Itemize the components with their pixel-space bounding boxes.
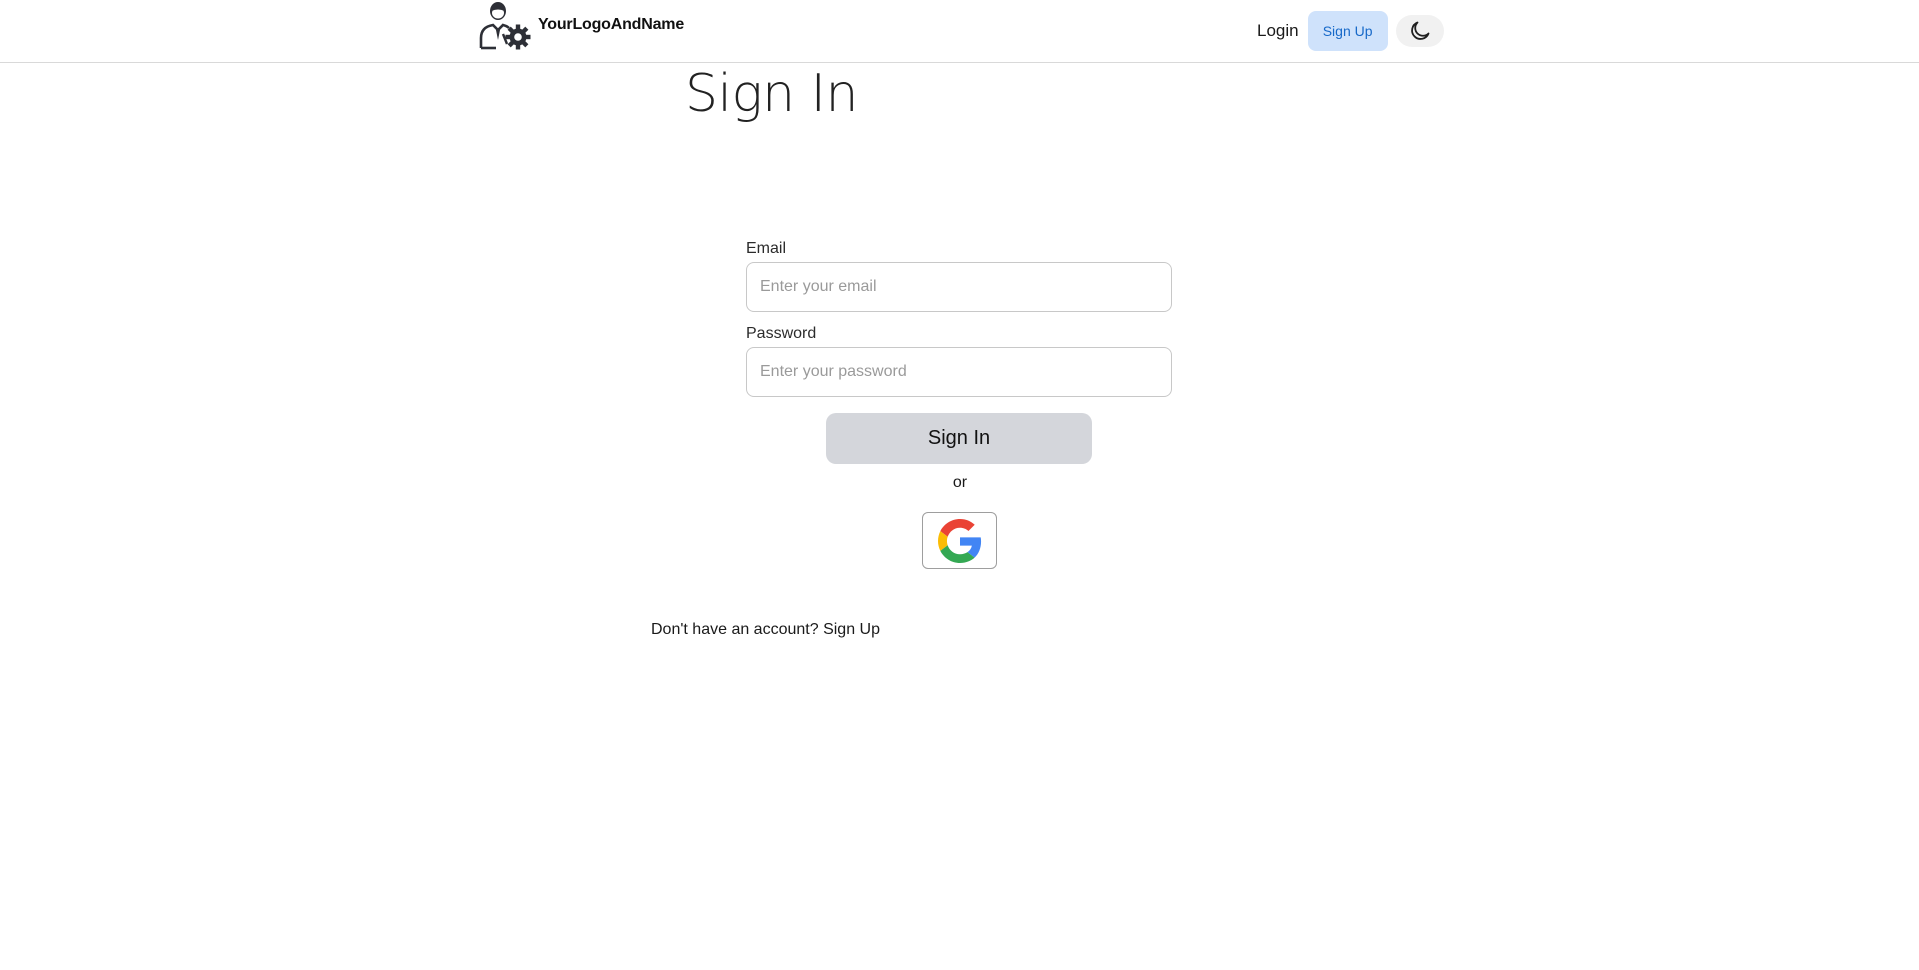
google-icon bbox=[937, 518, 981, 563]
nav-actions: Login Sign Up bbox=[1257, 11, 1444, 51]
password-field-group: Password bbox=[746, 325, 1172, 397]
or-divider: or bbox=[0, 474, 1919, 492]
or-divider-text: or bbox=[952, 474, 968, 491]
nav-login-link[interactable]: Login bbox=[1257, 21, 1299, 41]
email-field-group: Email bbox=[746, 240, 1172, 312]
signup-prompt-text: Don't have an account? bbox=[651, 621, 819, 638]
email-label: Email bbox=[746, 240, 787, 257]
nav-signup-button[interactable]: Sign Up bbox=[1307, 11, 1388, 51]
sign-in-button[interactable]: Sign In bbox=[826, 413, 1092, 464]
sign-in-form: Email Password bbox=[746, 240, 1172, 410]
brand-name: YourLogoAndName bbox=[538, 16, 685, 33]
google-sign-in-button[interactable] bbox=[922, 512, 997, 569]
brand-link[interactable]: YourLogoAndName bbox=[476, 0, 684, 50]
moon-icon bbox=[1410, 21, 1430, 40]
signup-link[interactable]: Sign Up bbox=[823, 621, 880, 638]
navbar: YourLogoAndName Login Sign Up bbox=[0, 0, 1919, 63]
email-field[interactable] bbox=[746, 262, 1172, 312]
signup-prompt: Don't have an account? Sign Up bbox=[651, 621, 880, 639]
password-label: Password bbox=[746, 325, 817, 342]
engineer-gear-logo-icon bbox=[479, 2, 531, 50]
theme-toggle-button[interactable] bbox=[1395, 15, 1444, 47]
page-title: Sign In bbox=[685, 64, 858, 124]
password-field[interactable] bbox=[746, 347, 1172, 397]
